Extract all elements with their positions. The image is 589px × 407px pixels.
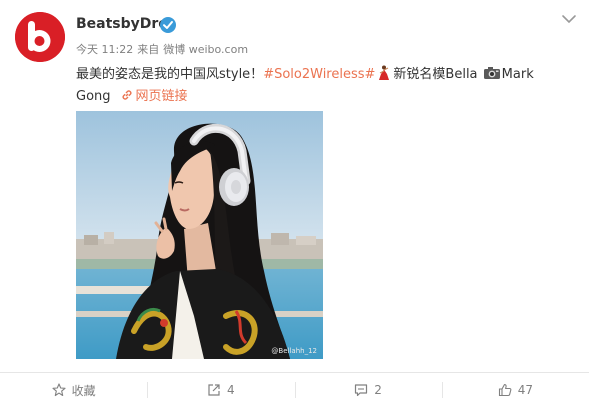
post-time[interactable]: 今天 11:22 — [76, 41, 133, 57]
comment-count: 2 — [374, 383, 382, 397]
comment-icon — [355, 384, 368, 397]
avatar[interactable] — [15, 12, 65, 62]
chevron-down-icon[interactable] — [561, 12, 577, 26]
post-meta: 今天 11:22 来自 微博 weibo.com — [76, 41, 248, 57]
post-text: 最美的姿态是我的中国风style！#Solo2Wireless# 新锐名模Bel… — [76, 64, 566, 108]
link-icon — [122, 90, 132, 100]
dancer-emoji-icon — [379, 65, 390, 80]
username[interactable]: BeatsbyDre — [76, 16, 168, 32]
source-prefix: 来自 — [137, 43, 160, 56]
post-text-main: 最美的姿态是我的中国风style！ — [76, 67, 264, 82]
photo-watermark: @Bellahh_12 — [271, 347, 317, 355]
action-bar: 收藏 4 2 47 — [0, 373, 589, 407]
post-source[interactable]: 微博 weibo.com — [163, 41, 248, 57]
repost-icon — [208, 384, 220, 396]
verified-badge-icon — [160, 17, 176, 33]
topic-link[interactable]: #Solo2Wireless# — [263, 67, 375, 82]
post-photo[interactable]: @Bellahh_12 — [76, 111, 323, 359]
star-icon — [52, 383, 66, 397]
thumbs-up-icon — [498, 383, 512, 397]
post-photo-image — [76, 111, 323, 359]
comment-button[interactable]: 2 — [294, 373, 442, 407]
like-button[interactable]: 47 — [441, 373, 589, 407]
favorite-button[interactable]: 收藏 — [0, 373, 147, 407]
model-label: 新锐名模Bella — [393, 67, 478, 82]
web-link[interactable]: 网页链接 — [121, 89, 188, 104]
repost-button[interactable]: 4 — [147, 373, 294, 407]
like-count: 47 — [517, 383, 534, 397]
weibo-post-card: BeatsbyDre 今天 11:22 来自 微博 weibo.com 最美的姿… — [0, 0, 589, 407]
beats-logo-icon — [15, 12, 65, 62]
repost-count: 4 — [227, 383, 235, 397]
web-link-label: 网页链接 — [135, 89, 188, 104]
camera-emoji-icon — [483, 67, 500, 79]
favorite-label: 收藏 — [71, 383, 96, 398]
